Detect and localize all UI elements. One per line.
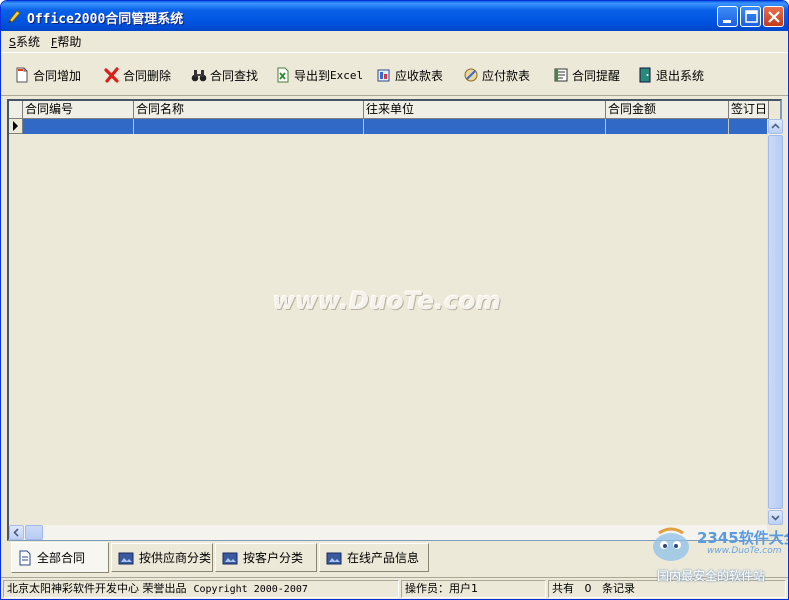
menu-help[interactable]: F帮助 xyxy=(51,33,81,50)
status-copyright: Copyright 2000-2007 xyxy=(193,584,308,595)
cell-counterparty[interactable] xyxy=(364,119,606,134)
add-contract-label: 合同增加 xyxy=(33,68,82,83)
scroll-up-button[interactable] xyxy=(768,119,783,134)
status-total-count: 0 xyxy=(584,582,592,595)
close-button[interactable] xyxy=(763,6,784,27)
exit-button[interactable]: 退出系统 xyxy=(637,65,704,85)
export-suffix-label: Excel xyxy=(330,68,364,82)
menu-system-accel: S xyxy=(9,36,16,49)
current-row-arrow-icon xyxy=(13,121,18,131)
column-header-sign-date[interactable]: 签订日 xyxy=(729,101,769,119)
receivable-icon xyxy=(377,69,390,82)
export-prefix-label: 导出到 xyxy=(294,68,331,83)
reminder-label: 合同提醒 xyxy=(572,68,621,83)
watermark-brand: 2345软件大全 xyxy=(697,529,789,547)
cell-contract-no[interactable] xyxy=(23,119,134,134)
status-total-prefix: 共有 xyxy=(552,582,574,595)
table-row[interactable] xyxy=(9,119,769,134)
tab-online-products[interactable]: 在线产品信息 xyxy=(319,543,429,572)
delete-icon xyxy=(104,67,119,83)
search-contract-button[interactable]: 合同查找 xyxy=(191,65,258,85)
scroll-left-button[interactable] xyxy=(9,525,24,540)
chevron-left-icon xyxy=(13,528,19,537)
maximize-icon xyxy=(745,10,758,23)
app-icon xyxy=(8,10,21,23)
excel-icon xyxy=(277,67,289,83)
status-total-suffix: 条记录 xyxy=(602,582,635,595)
watermark-url: www.DuoTe.com xyxy=(707,546,782,556)
exit-label: 退出系统 xyxy=(656,68,705,83)
payable-button[interactable]: 应付款表 xyxy=(463,65,530,85)
close-icon xyxy=(768,11,780,23)
tab-by-customer-label: 按客户分类 xyxy=(243,551,304,565)
status-company: 北京太阳神彩软件开发中心 荣誉出品 xyxy=(7,582,187,595)
toolbar: 合同增加 合同删除 合同查找 导出到Excel 应收款表 应付款表 合同提醒 xyxy=(1,52,788,96)
column-header-amount[interactable]: 合同金额 xyxy=(606,101,729,119)
exit-door-icon xyxy=(639,67,651,83)
grid-header: 合同编号 合同名称 往来单位 合同金额 签订日 xyxy=(9,101,769,119)
document-icon xyxy=(19,550,31,565)
new-document-icon xyxy=(16,67,28,83)
chevron-up-icon xyxy=(771,123,780,129)
status-operator-panel: 操作员：用户1 xyxy=(401,580,546,598)
title-bar[interactable]: Office2000合同管理系统 xyxy=(1,1,788,31)
receivable-button[interactable]: 应收款表 xyxy=(376,65,443,85)
minimize-icon xyxy=(723,20,731,23)
binoculars-icon xyxy=(191,70,207,82)
vertical-scroll-thumb[interactable] xyxy=(768,135,783,509)
watermark-slogan: 国内最安全的软件站 xyxy=(657,569,766,583)
folder-image-icon xyxy=(118,552,134,564)
payable-icon xyxy=(464,68,478,82)
maximize-button[interactable] xyxy=(740,6,761,27)
column-header-counterparty[interactable]: 往来单位 xyxy=(364,101,606,119)
search-contract-label: 合同查找 xyxy=(210,68,259,83)
menu-system-label: 系统 xyxy=(15,35,40,49)
row-indicator xyxy=(9,119,23,134)
folder-image-icon xyxy=(222,552,238,564)
tab-by-supplier-label: 按供应商分类 xyxy=(139,551,212,565)
tab-online-products-label: 在线产品信息 xyxy=(347,551,420,565)
delete-contract-label: 合同删除 xyxy=(123,68,172,83)
contract-grid[interactable]: 合同编号 合同名称 往来单位 合同金额 签订日 xyxy=(7,99,783,541)
cell-sign-date[interactable] xyxy=(729,119,769,134)
horizontal-scroll-thumb[interactable] xyxy=(25,525,43,540)
cell-amount[interactable] xyxy=(606,119,729,134)
tab-all-contracts[interactable]: 全部合同 xyxy=(11,542,109,573)
reminder-icon xyxy=(554,68,568,82)
export-excel-button[interactable]: 导出到 Excel xyxy=(275,65,363,85)
vertical-scrollbar[interactable] xyxy=(767,119,783,525)
app-window: Office2000合同管理系统 S系统 F帮助 合同增加 合同删除 合同查找 xyxy=(0,0,789,600)
column-header-contract-no[interactable]: 合同编号 xyxy=(23,101,134,119)
status-operator-label: 操作员： xyxy=(405,582,449,595)
menu-system[interactable]: S系统 xyxy=(9,33,40,50)
header-indicator-cell xyxy=(9,101,23,119)
window-title: Office2000合同管理系统 xyxy=(27,12,184,27)
folder-image-icon xyxy=(326,552,342,564)
cell-contract-name[interactable] xyxy=(134,119,364,134)
status-company-panel: 北京太阳神彩软件开发中心 荣誉出品 Copyright 2000-2007 xyxy=(3,580,399,598)
payable-label: 应付款表 xyxy=(482,68,531,83)
tab-by-supplier[interactable]: 按供应商分类 xyxy=(111,543,213,572)
delete-contract-button[interactable]: 合同删除 xyxy=(104,65,171,85)
menu-help-label: 帮助 xyxy=(57,35,82,49)
reminder-button[interactable]: 合同提醒 xyxy=(553,65,620,85)
menu-bar: S系统 F帮助 xyxy=(1,31,788,50)
duote-logo-watermark: 2345软件大全 www.DuoTe.com 国内最安全的软件站 xyxy=(649,523,789,583)
add-contract-button[interactable]: 合同增加 xyxy=(14,65,81,85)
column-header-contract-name[interactable]: 合同名称 xyxy=(134,101,364,119)
status-operator: 用户1 xyxy=(449,582,478,595)
mascot-icon xyxy=(653,527,689,561)
receivable-label: 应收款表 xyxy=(395,68,444,83)
minimize-button[interactable] xyxy=(717,6,738,27)
tab-all-contracts-label: 全部合同 xyxy=(37,551,86,565)
tab-by-customer[interactable]: 按客户分类 xyxy=(215,543,317,572)
site-watermark: www.DuoTe.com xyxy=(273,287,502,315)
